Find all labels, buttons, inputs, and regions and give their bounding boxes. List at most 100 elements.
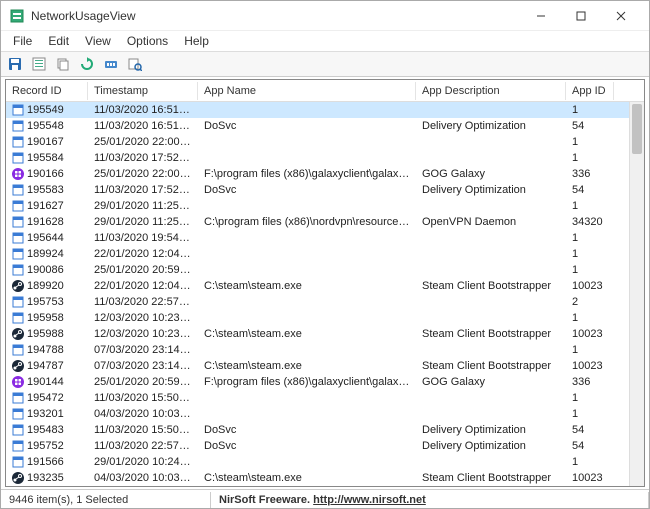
column-app-id[interactable]: App ID	[566, 82, 614, 100]
row-icon	[12, 216, 24, 228]
options-icon[interactable]	[101, 54, 121, 74]
window-title: NetworkUsageView	[31, 9, 521, 23]
cell-app-name: DoSvc	[198, 440, 416, 452]
cell-app-description: Delivery Optimization	[416, 424, 566, 436]
table-row[interactable]: 19558311/03/2020 17:52:00DoSvcDelivery O…	[6, 182, 644, 198]
row-icon	[12, 408, 24, 420]
cell-app-id: 34320	[566, 216, 614, 228]
column-timestamp[interactable]: Timestamp	[88, 82, 198, 100]
table-row[interactable]: 19548311/03/2020 15:50:00DoSvcDelivery O…	[6, 422, 644, 438]
cell-timestamp: 25/01/2020 22:00:00	[88, 168, 198, 180]
column-app-description[interactable]: App Description	[416, 82, 566, 100]
find-icon[interactable]	[125, 54, 145, 74]
row-icon	[12, 200, 24, 212]
row-icon	[12, 184, 24, 196]
table-row[interactable]: 19162729/01/2020 11:25:001	[6, 198, 644, 214]
table-row[interactable]: 19478807/03/2020 23:14:001	[6, 342, 644, 358]
table-row[interactable]: 19575211/03/2020 22:57:00DoSvcDelivery O…	[6, 438, 644, 454]
cell-app-id: 1	[566, 312, 614, 324]
cell-app-id: 54	[566, 120, 614, 132]
table-row[interactable]: 19478707/03/2020 23:14:00C:\steam\steam.…	[6, 358, 644, 374]
table-row[interactable]: 19156629/01/2020 10:24:001	[6, 454, 644, 470]
cell-app-id: 54	[566, 424, 614, 436]
cell-record-id: 190144	[6, 376, 88, 388]
row-icon	[12, 392, 24, 404]
table-row[interactable]: 19008625/01/2020 20:59:001	[6, 262, 644, 278]
cell-app-description: Steam Client Bootstrapper	[416, 472, 566, 484]
cell-timestamp: 07/03/2020 23:14:00	[88, 344, 198, 356]
cell-timestamp: 12/03/2020 10:23:00	[88, 312, 198, 324]
close-button[interactable]	[601, 2, 641, 30]
table-row[interactable]: 19564411/03/2020 19:54:001	[6, 230, 644, 246]
cell-timestamp: 12/03/2020 10:23:00	[88, 328, 198, 340]
toolbar	[1, 51, 649, 77]
table-row[interactable]: 19014425/01/2020 20:59:00F:\program file…	[6, 374, 644, 390]
row-icon	[12, 456, 24, 468]
scrollbar-thumb[interactable]	[632, 104, 642, 154]
column-app-name[interactable]: App Name	[198, 82, 416, 100]
cell-app-description: Steam Client Bootstrapper	[416, 328, 566, 340]
grid-header: Record ID Timestamp App Name App Descrip…	[6, 80, 644, 102]
table-row[interactable]: 19016625/01/2020 22:00:00F:\program file…	[6, 166, 644, 182]
cell-timestamp: 29/01/2020 10:24:00	[88, 456, 198, 468]
table-row[interactable]: 18992422/01/2020 12:04:001	[6, 246, 644, 262]
save-icon[interactable]	[5, 54, 25, 74]
data-grid: Record ID Timestamp App Name App Descrip…	[5, 79, 645, 487]
cell-app-name: C:\steam\steam.exe	[198, 280, 416, 292]
table-row[interactable]: 19595812/03/2020 10:23:001	[6, 310, 644, 326]
cell-app-name: C:\steam\steam.exe	[198, 360, 416, 372]
minimize-button[interactable]	[521, 2, 561, 30]
table-row[interactable]: 19016725/01/2020 22:00:001	[6, 134, 644, 150]
cell-record-id: 190086	[6, 264, 88, 276]
cell-app-id: 1	[566, 248, 614, 260]
cell-record-id: 195549	[6, 104, 88, 116]
brand-link[interactable]: http://www.nirsoft.net	[313, 494, 426, 506]
status-brand-panel: NirSoft Freeware. http://www.nirsoft.net	[211, 492, 649, 508]
column-record-id[interactable]: Record ID	[6, 82, 88, 100]
copy-icon[interactable]	[53, 54, 73, 74]
table-row[interactable]: 19554811/03/2020 16:51:00DoSvcDelivery O…	[6, 118, 644, 134]
cell-app-name: C:\program files (x86)\nordvpn\resources…	[198, 216, 416, 228]
row-icon	[12, 104, 24, 116]
cell-timestamp: 11/03/2020 15:50:00	[88, 392, 198, 404]
table-row[interactable]: 19323504/03/2020 10:03:00C:\steam\steam.…	[6, 470, 644, 486]
cell-record-id: 191627	[6, 200, 88, 212]
table-row[interactable]: 19547211/03/2020 15:50:001	[6, 390, 644, 406]
cell-app-name: F:\program files (x86)\galaxyclient\gala…	[198, 168, 416, 180]
row-icon	[12, 344, 24, 356]
cell-app-id: 10023	[566, 472, 614, 484]
cell-app-description: GOG Galaxy	[416, 376, 566, 388]
table-row[interactable]: 19598812/03/2020 10:23:00C:\steam\steam.…	[6, 326, 644, 342]
refresh-icon[interactable]	[77, 54, 97, 74]
cell-timestamp: 11/03/2020 17:52:00	[88, 184, 198, 196]
table-row[interactable]: 19575311/03/2020 22:57:002	[6, 294, 644, 310]
vertical-scrollbar[interactable]	[629, 102, 644, 486]
table-row[interactable]: 19162829/01/2020 11:25:00C:\program file…	[6, 214, 644, 230]
menu-options[interactable]: Options	[119, 32, 176, 50]
row-icon	[12, 120, 24, 132]
menu-edit[interactable]: Edit	[40, 32, 77, 50]
cell-app-id: 1	[566, 200, 614, 212]
table-row[interactable]: 19558411/03/2020 17:52:001	[6, 150, 644, 166]
properties-icon[interactable]	[29, 54, 49, 74]
cell-app-id: 54	[566, 440, 614, 452]
row-icon	[12, 232, 24, 244]
cell-record-id: 195988	[6, 328, 88, 340]
menu-file[interactable]: File	[5, 32, 40, 50]
cell-record-id: 195752	[6, 440, 88, 452]
cell-app-name: DoSvc	[198, 184, 416, 196]
row-icon	[12, 360, 24, 372]
row-icon	[12, 376, 24, 388]
maximize-button[interactable]	[561, 2, 601, 30]
cell-timestamp: 25/01/2020 20:59:00	[88, 264, 198, 276]
menu-view[interactable]: View	[77, 32, 119, 50]
cell-app-name: DoSvc	[198, 120, 416, 132]
table-row[interactable]: 18992022/01/2020 12:04:00C:\steam\steam.…	[6, 278, 644, 294]
cell-timestamp: 04/03/2020 10:03:00	[88, 408, 198, 420]
cell-app-name: C:\steam\steam.exe	[198, 472, 416, 484]
table-row[interactable]: 19320104/03/2020 10:03:001	[6, 406, 644, 422]
cell-record-id: 190166	[6, 168, 88, 180]
menu-help[interactable]: Help	[176, 32, 217, 50]
cell-app-id: 1	[566, 136, 614, 148]
table-row[interactable]: 19554911/03/2020 16:51:001	[6, 102, 644, 118]
